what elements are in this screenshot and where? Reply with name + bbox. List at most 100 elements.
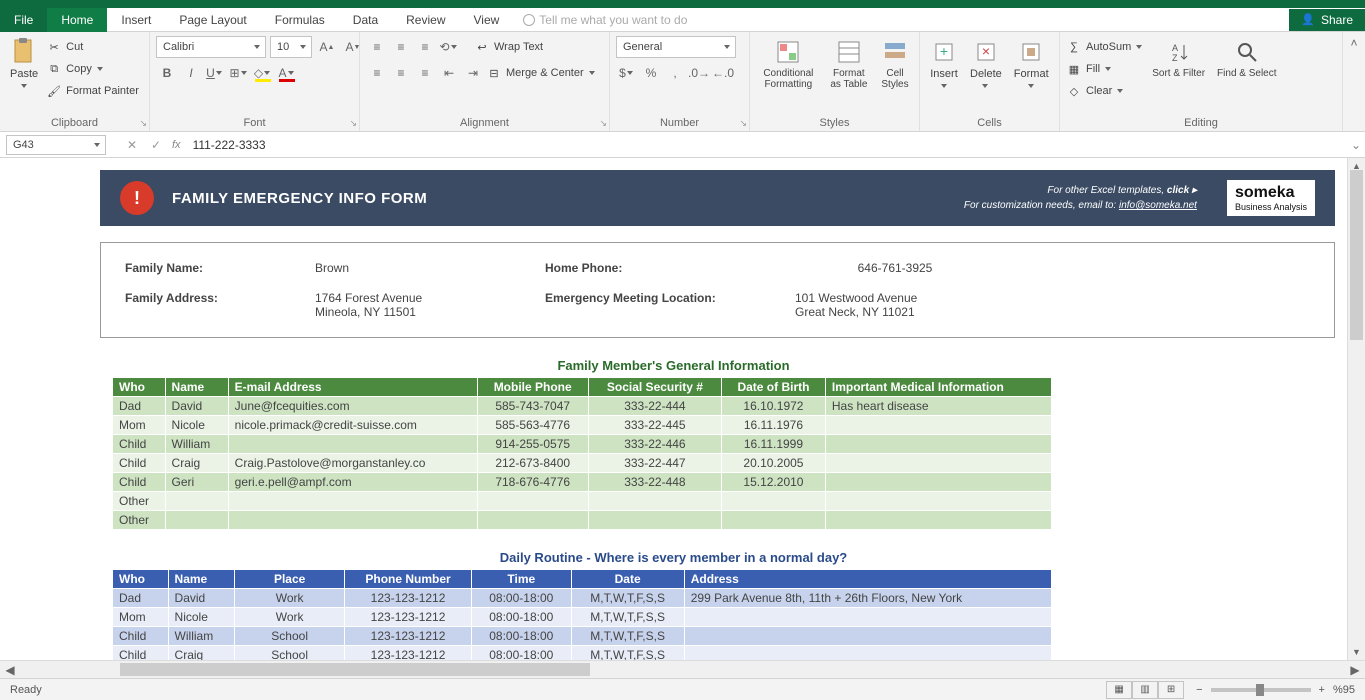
- share-button[interactable]: Share: [1289, 9, 1365, 31]
- name-box[interactable]: G43: [6, 135, 106, 155]
- table-cell[interactable]: 299 Park Avenue 8th, 11th + 26th Floors,…: [684, 589, 1051, 608]
- cancel-formula-button[interactable]: ✕: [120, 135, 144, 155]
- tab-review[interactable]: Review: [392, 8, 459, 32]
- table-cell[interactable]: William: [165, 435, 228, 454]
- table-cell[interactable]: 15.12.2010: [722, 473, 826, 492]
- orientation-button[interactable]: ⟲: [438, 36, 460, 58]
- family-name-value[interactable]: Brown: [315, 261, 495, 275]
- table-cell[interactable]: M,T,W,T,F,S,S: [571, 589, 684, 608]
- underline-button[interactable]: U: [204, 62, 226, 84]
- table-cell[interactable]: Dad: [113, 589, 169, 608]
- table-cell[interactable]: 08:00-18:00: [472, 627, 572, 646]
- number-format-combo[interactable]: General: [616, 36, 736, 58]
- table-cell[interactable]: Other: [113, 511, 166, 530]
- table-cell[interactable]: [684, 646, 1051, 661]
- enter-formula-button[interactable]: ✓: [144, 135, 168, 155]
- column-header[interactable]: Date of Birth: [722, 378, 826, 397]
- table-cell[interactable]: Other: [113, 492, 166, 511]
- cell-styles-button[interactable]: Cell Styles: [877, 36, 913, 92]
- table-cell[interactable]: David: [165, 397, 228, 416]
- bold-button[interactable]: B: [156, 62, 178, 84]
- fill-color-button[interactable]: ◇: [252, 62, 274, 84]
- tab-view[interactable]: View: [460, 8, 514, 32]
- table-cell[interactable]: 16.11.1976: [722, 416, 826, 435]
- table-cell[interactable]: 08:00-18:00: [472, 608, 572, 627]
- table-cell[interactable]: Child: [113, 473, 166, 492]
- table-cell[interactable]: 16.10.1972: [722, 397, 826, 416]
- table-cell[interactable]: 585-563-4776: [477, 416, 588, 435]
- table-cell[interactable]: School: [235, 627, 345, 646]
- table-cell[interactable]: [165, 511, 228, 530]
- table-cell[interactable]: Child: [113, 454, 166, 473]
- clear-button[interactable]: ◇Clear: [1066, 80, 1144, 102]
- tell-me[interactable]: Tell me what you want to do: [523, 13, 687, 27]
- table-cell[interactable]: 718-676-4776: [477, 473, 588, 492]
- table-cell[interactable]: [684, 627, 1051, 646]
- table-cell[interactable]: nicole.primack@credit-suisse.com: [228, 416, 477, 435]
- table-cell[interactable]: 585-743-7047: [477, 397, 588, 416]
- find-select-button[interactable]: Find & Select: [1213, 36, 1280, 81]
- family-address-value[interactable]: 1764 Forest AvenueMineola, NY 11501: [315, 291, 495, 319]
- table-cell[interactable]: 333-22-446: [588, 435, 721, 454]
- table-cell[interactable]: 123-123-1212: [345, 646, 472, 661]
- dialog-launcher[interactable]: [735, 117, 747, 129]
- table-cell[interactable]: [722, 492, 826, 511]
- email-link[interactable]: info@someka.net: [1119, 200, 1197, 211]
- table-cell[interactable]: [228, 435, 477, 454]
- table-cell[interactable]: 16.11.1999: [722, 435, 826, 454]
- home-phone-value[interactable]: 646-761-3925: [795, 261, 995, 275]
- increase-indent-button[interactable]: ⇥: [462, 62, 484, 84]
- scroll-left-button[interactable]: ◀: [0, 663, 20, 677]
- table-cell[interactable]: Child: [113, 435, 166, 454]
- copy-button[interactable]: ⧉Copy: [46, 58, 139, 80]
- zoom-slider[interactable]: [1211, 688, 1311, 692]
- table-cell[interactable]: [825, 435, 1051, 454]
- column-header[interactable]: E-mail Address: [228, 378, 477, 397]
- table-cell[interactable]: 333-22-447: [588, 454, 721, 473]
- increase-decimal-button[interactable]: .0→: [688, 62, 710, 84]
- table-cell[interactable]: [477, 492, 588, 511]
- table-cell[interactable]: William: [168, 627, 235, 646]
- table-cell[interactable]: Dad: [113, 397, 166, 416]
- table-cell[interactable]: 08:00-18:00: [472, 589, 572, 608]
- scroll-thumb[interactable]: [1350, 170, 1363, 340]
- table-cell[interactable]: [477, 511, 588, 530]
- decrease-decimal-button[interactable]: ←.0: [712, 62, 734, 84]
- dialog-launcher[interactable]: [595, 117, 607, 129]
- formula-input[interactable]: 111-222-3333: [185, 138, 1347, 152]
- column-header[interactable]: Address: [684, 570, 1051, 589]
- align-right-button[interactable]: ≡: [414, 62, 436, 84]
- table-cell[interactable]: June@fcequities.com: [228, 397, 477, 416]
- collapse-ribbon-button[interactable]: ˄: [1343, 32, 1365, 131]
- normal-view-button[interactable]: ▦: [1106, 681, 1132, 699]
- table-cell[interactable]: [825, 473, 1051, 492]
- font-size-combo[interactable]: 10: [270, 36, 312, 58]
- zoom-level[interactable]: %95: [1333, 684, 1355, 696]
- column-header[interactable]: Important Medical Information: [825, 378, 1051, 397]
- table-cell[interactable]: Work: [235, 608, 345, 627]
- column-header[interactable]: Name: [168, 570, 235, 589]
- table-cell[interactable]: Craig: [168, 646, 235, 661]
- table-cell[interactable]: Mom: [113, 608, 169, 627]
- table-cell[interactable]: Nicole: [168, 608, 235, 627]
- table-cell[interactable]: [825, 492, 1051, 511]
- insert-cells-button[interactable]: +Insert: [926, 36, 962, 93]
- format-painter-button[interactable]: 🖌Format Painter: [46, 80, 139, 102]
- table-cell[interactable]: Has heart disease: [825, 397, 1051, 416]
- page-break-view-button[interactable]: ⊞: [1158, 681, 1184, 699]
- table-cell[interactable]: M,T,W,T,F,S,S: [571, 608, 684, 627]
- format-as-table-button[interactable]: Format as Table: [825, 36, 873, 92]
- table-cell[interactable]: [684, 608, 1051, 627]
- fx-icon[interactable]: fx: [172, 139, 181, 151]
- table-cell[interactable]: [825, 454, 1051, 473]
- font-color-button[interactable]: A: [276, 62, 298, 84]
- table-cell[interactable]: 333-22-444: [588, 397, 721, 416]
- cut-button[interactable]: ✂Cut: [46, 36, 139, 58]
- increase-font-button[interactable]: A▲: [316, 36, 338, 58]
- dialog-launcher[interactable]: [345, 117, 357, 129]
- table-cell[interactable]: 123-123-1212: [345, 589, 472, 608]
- sort-filter-button[interactable]: AZSort & Filter: [1148, 36, 1209, 81]
- scroll-down-button[interactable]: ▼: [1348, 644, 1365, 660]
- table-cell[interactable]: [588, 492, 721, 511]
- tab-home[interactable]: Home: [47, 8, 107, 32]
